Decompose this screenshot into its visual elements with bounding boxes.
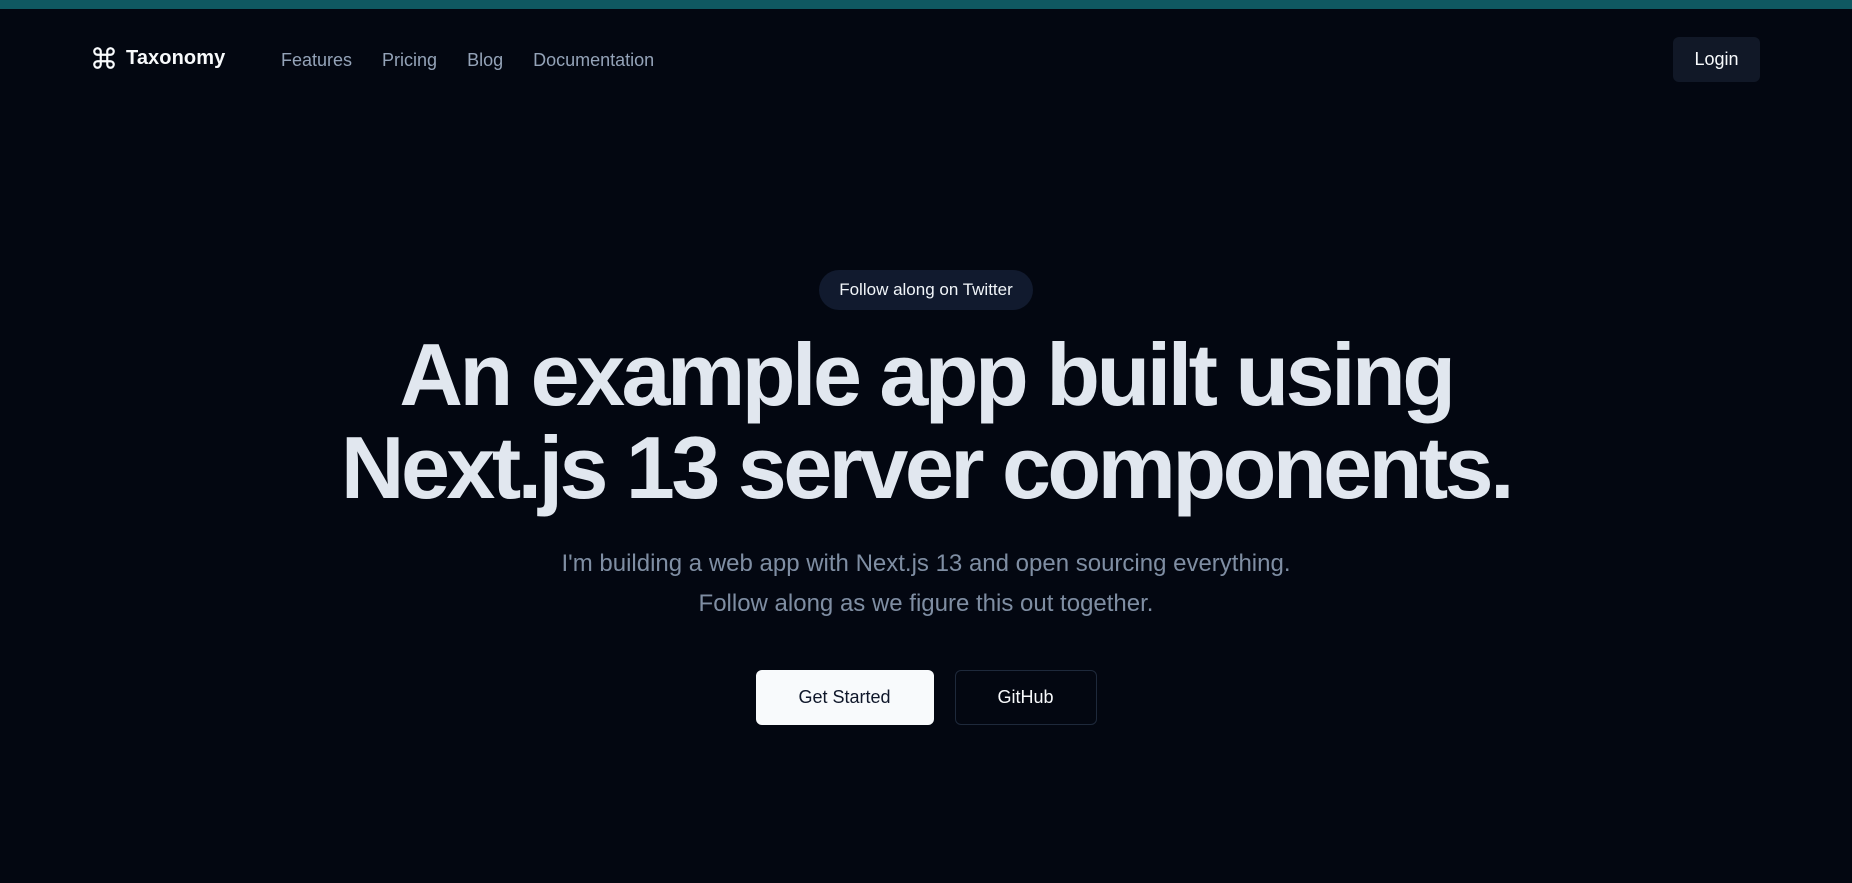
hero-subtitle-line-2: Follow along as we figure this out toget…	[698, 590, 1154, 617]
nav-link-features[interactable]: Features	[281, 49, 352, 71]
hero-headline-line-2: Next.js 13 server components.	[340, 418, 1515, 517]
command-icon	[91, 45, 117, 71]
cta-buttons: Get Started GitHub	[755, 670, 1097, 725]
site-header: Taxonomy Features Pricing Blog Documenta…	[0, 9, 1852, 112]
github-button[interactable]: GitHub	[954, 670, 1097, 725]
hero-headline-line-1: An example app built using	[399, 325, 1456, 424]
browser-top-strip	[0, 0, 1852, 9]
login-button[interactable]: Login	[1673, 37, 1760, 82]
hero-subtitle: I'm building a web app with Next.js 13 a…	[476, 544, 1376, 624]
get-started-button[interactable]: Get Started	[755, 670, 934, 725]
twitter-follow-pill[interactable]: Follow along on Twitter	[819, 270, 1033, 310]
main-nav: Features Pricing Blog Documentation	[281, 49, 654, 71]
nav-link-documentation[interactable]: Documentation	[533, 49, 654, 71]
nav-link-pricing[interactable]: Pricing	[382, 49, 437, 71]
brand-name: Taxonomy	[126, 46, 226, 69]
hero-section: Follow along on Twitter An example app b…	[0, 270, 1852, 725]
brand-logo-link[interactable]: Taxonomy	[91, 45, 225, 71]
nav-link-blog[interactable]: Blog	[467, 49, 503, 71]
hero-headline: An example app built using Next.js 13 se…	[276, 328, 1576, 514]
hero-subtitle-line-1: I'm building a web app with Next.js 13 a…	[561, 550, 1291, 577]
